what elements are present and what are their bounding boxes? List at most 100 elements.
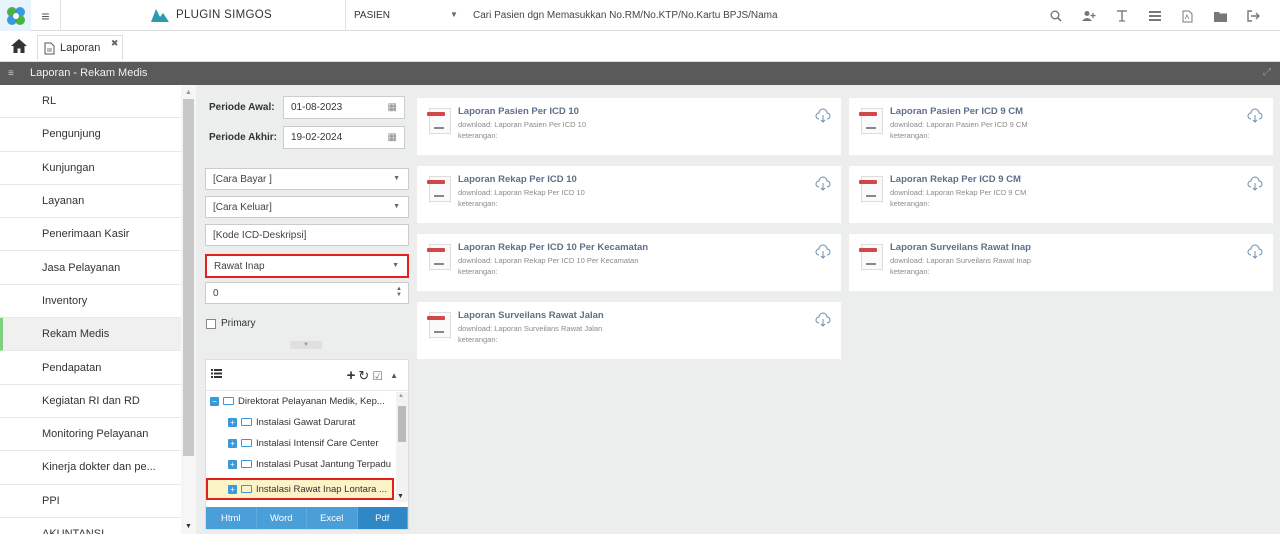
menu-scrollbar[interactable]: ▲ ▼ (181, 85, 196, 534)
stepper-arrows-icon[interactable]: ▲ ▼ (396, 286, 402, 298)
jenis-rawat-select[interactable]: Rawat Inap ▼ (205, 254, 409, 278)
export-pdf-button[interactable]: Pdf (357, 507, 408, 529)
report-title[interactable]: Laporan Rekap Per ICD 10 (458, 174, 577, 185)
menu-item-akuntansi[interactable]: AKUNTANSI (0, 518, 181, 534)
expand-icon[interactable]: + (228, 459, 237, 469)
scrollbar-thumb[interactable] (398, 406, 406, 442)
report-title[interactable]: Laporan Surveilans Rawat Inap (890, 242, 1031, 253)
cara-bayar-select[interactable]: [Cara Bayar ] ▼ (205, 168, 409, 190)
report-card[interactable]: Laporan Surveilans Rawat Inap download: … (849, 234, 1273, 291)
cloud-download-icon[interactable] (815, 108, 831, 124)
export-html-button[interactable]: Html (206, 507, 257, 529)
periode-akhir-value: 19-02-2024 (291, 132, 343, 143)
pasien-select[interactable]: PASIEN (354, 10, 390, 21)
report-card[interactable]: Laporan Rekap Per ICD 10 Per Kecamatan d… (417, 234, 841, 291)
menu-item-pengunjung[interactable]: Pengunjung (0, 118, 181, 152)
tree-node[interactable]: + Instalasi Gawat Darurat (228, 413, 355, 431)
scroll-down-icon[interactable]: ▼ (185, 523, 192, 530)
folder-icon[interactable] (1204, 6, 1237, 26)
menu-item-kinerja-dokter[interactable]: Kinerja dokter dan pe... (0, 451, 181, 485)
tree-node[interactable]: + Instalasi Intensif Care Center (228, 434, 379, 452)
expand-icon[interactable]: ⤢ (1263, 67, 1271, 78)
hamburger-icon[interactable]: ≡ (8, 68, 14, 79)
kode-icd-input[interactable]: [Kode ICD-Deskripsi] (205, 224, 409, 246)
report-keterangan: keterangan: (458, 267, 498, 276)
report-title[interactable]: Laporan Rekap Per ICD 10 Per Kecamatan (458, 242, 648, 253)
report-card[interactable]: Laporan Rekap Per ICD 9 CM download: Lap… (849, 166, 1273, 223)
add-user-icon[interactable] (1072, 6, 1105, 26)
menu-toggle-button[interactable]: ≡ (31, 0, 61, 31)
tree-node[interactable]: + Instalasi Pusat Jantung Terpadu (228, 455, 391, 473)
pdf-file-icon (859, 176, 883, 202)
menu-item-rekam-medis[interactable]: Rekam Medis (0, 318, 181, 352)
check-icon[interactable]: ☑ (372, 369, 383, 383)
menu-item-kunjungan[interactable]: Kunjungan (0, 152, 181, 185)
periode-akhir-input[interactable]: 19-02-2024 ▦ (283, 126, 405, 149)
report-title[interactable]: Laporan Pasien Per ICD 9 CM (890, 106, 1023, 117)
menu-item-inventory[interactable]: Inventory (0, 285, 181, 319)
report-card[interactable]: Laporan Rekap Per ICD 10 download: Lapor… (417, 166, 841, 223)
periode-awal-input[interactable]: 01-08-2023 ▦ (283, 96, 405, 119)
chevron-up-icon[interactable]: ▲ (390, 371, 398, 380)
search-icon[interactable] (1039, 6, 1072, 26)
list-icon[interactable] (1138, 6, 1171, 26)
pdf-file-icon (859, 244, 883, 270)
close-icon[interactable]: ✖ (111, 38, 119, 49)
cara-keluar-select[interactable]: [Cara Keluar] ▼ (205, 196, 409, 218)
checkbox-box[interactable] (206, 318, 216, 329)
expand-icon[interactable]: + (228, 484, 237, 494)
report-title[interactable]: Laporan Pasien Per ICD 10 (458, 106, 579, 117)
text-icon[interactable] (1105, 6, 1138, 26)
collapse-toggle[interactable]: ▼ (290, 341, 322, 349)
collapse-icon[interactable]: − (210, 396, 219, 406)
menu-item-jasa-pelayanan[interactable]: Jasa Pelayanan (0, 251, 181, 285)
tree-node-selected[interactable]: + Instalasi Rawat Inap Lontara ... (206, 478, 394, 500)
menu-item-pendapatan[interactable]: Pendapatan (0, 351, 181, 385)
tree-scrollbar[interactable]: ▲ ▼ (396, 392, 408, 502)
jumlah-stepper[interactable]: 0 ▲ ▼ (205, 282, 409, 304)
expand-icon[interactable]: + (228, 417, 237, 427)
calendar-icon[interactable]: ▦ (388, 132, 397, 143)
expand-icon[interactable]: + (228, 438, 237, 448)
menu-item-ppi[interactable]: PPI (0, 485, 181, 518)
scrollbar-thumb[interactable] (183, 99, 194, 456)
periode-akhir-label: Periode Akhir: (209, 132, 277, 143)
list-icon[interactable] (211, 369, 222, 381)
report-card[interactable]: Laporan Surveilans Rawat Jalan download:… (417, 302, 841, 359)
cloud-download-icon[interactable] (815, 244, 831, 260)
pdf-icon[interactable] (1171, 6, 1204, 26)
menu-item-penerimaan-kasir[interactable]: Penerimaan Kasir (0, 218, 181, 252)
logout-icon[interactable] (1237, 6, 1270, 26)
scroll-down-icon[interactable]: ▼ (397, 493, 404, 500)
cloud-download-icon[interactable] (1247, 108, 1263, 124)
calendar-icon[interactable]: ▦ (388, 102, 397, 113)
patient-search-input[interactable]: Cari Pasien dgn Memasukkan No.RM/No.KTP/… (473, 10, 778, 21)
report-title[interactable]: Laporan Surveilans Rawat Jalan (458, 310, 604, 321)
export-excel-button[interactable]: Excel (307, 507, 358, 529)
refresh-icon[interactable]: ↻ (358, 368, 369, 384)
cloud-download-icon[interactable] (815, 312, 831, 328)
menu-item-layanan[interactable]: Layanan (0, 185, 181, 219)
report-card[interactable]: Laporan Pasien Per ICD 9 CM download: La… (849, 98, 1273, 155)
caret-down-icon[interactable]: ▼ (450, 10, 458, 19)
export-word-button[interactable]: Word (256, 507, 307, 529)
home-icon[interactable] (10, 38, 28, 54)
report-card[interactable]: Laporan Pasien Per ICD 10 download: Lapo… (417, 98, 841, 155)
cloud-download-icon[interactable] (1247, 176, 1263, 192)
export-buttons: Html Word Excel Pdf (206, 507, 408, 529)
scroll-up-icon[interactable]: ▲ (398, 393, 404, 399)
kode-icd-value: [Kode ICD-Deskripsi] (213, 229, 307, 241)
menu-item-monitoring-pelayanan[interactable]: Monitoring Pelayanan (0, 418, 181, 452)
menu-item-rl[interactable]: RL (0, 85, 181, 119)
cloud-download-icon[interactable] (815, 176, 831, 192)
menu-item-kegiatan-ri-rd[interactable]: Kegiatan RI dan RD (0, 385, 181, 418)
primary-checkbox[interactable]: Primary (206, 318, 255, 329)
report-title[interactable]: Laporan Rekap Per ICD 9 CM (890, 174, 1021, 185)
tree-node[interactable]: − Direktorat Pelayanan Medik, Kep... (210, 392, 385, 410)
add-icon[interactable]: + (347, 367, 356, 384)
scroll-up-icon[interactable]: ▲ (185, 89, 192, 96)
caret-down-icon: ▼ (393, 175, 400, 182)
app-logo[interactable] (0, 0, 31, 31)
cloud-download-icon[interactable] (1247, 244, 1263, 260)
tab-laporan[interactable]: Laporan ✖ (37, 35, 124, 60)
